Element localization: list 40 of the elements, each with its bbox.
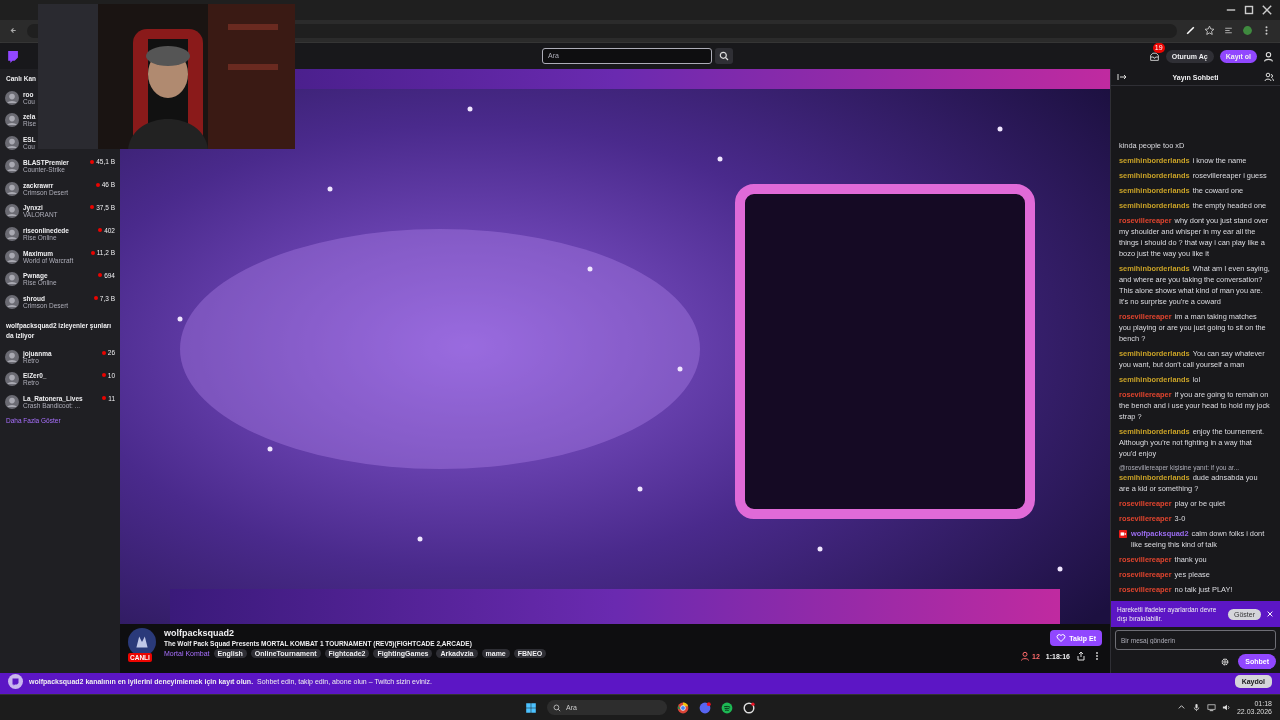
avatar-icon[interactable] bbox=[5, 272, 19, 287]
broadcaster-badge-icon bbox=[1119, 530, 1127, 539]
microphone-icon[interactable] bbox=[1191, 703, 1201, 713]
channel-name[interactable]: wolfpacksquad2 bbox=[164, 628, 1013, 639]
avatar-icon[interactable] bbox=[5, 90, 19, 105]
app-icon[interactable] bbox=[743, 701, 755, 714]
share-icon[interactable] bbox=[1076, 651, 1086, 662]
pen-icon bbox=[1185, 25, 1196, 37]
avatar-icon[interactable] bbox=[5, 113, 19, 128]
network-icon[interactable] bbox=[1206, 703, 1216, 713]
avatar-icon bbox=[5, 395, 19, 409]
search-button[interactable] bbox=[715, 47, 733, 64]
browser-icon[interactable] bbox=[677, 701, 689, 714]
avatar-icon[interactable] bbox=[5, 249, 19, 264]
avatar-icon[interactable] bbox=[5, 294, 19, 309]
close-icon[interactable] bbox=[1266, 610, 1274, 619]
search-icon bbox=[553, 703, 561, 712]
settings-icon[interactable] bbox=[1220, 656, 1231, 667]
profile-icon[interactable] bbox=[1242, 25, 1253, 37]
viewers-icon bbox=[1020, 651, 1031, 662]
inbox-icon[interactable] bbox=[1148, 50, 1160, 62]
avatar-icon[interactable] bbox=[5, 158, 19, 173]
heart-icon bbox=[1056, 633, 1067, 644]
avatar-icon[interactable] bbox=[5, 181, 19, 196]
avatar-icon bbox=[5, 349, 19, 364]
collapse-icon[interactable] bbox=[1117, 72, 1127, 83]
avatar-icon[interactable] bbox=[5, 204, 19, 219]
avatar-icon[interactable] bbox=[5, 226, 19, 241]
star-icon[interactable] bbox=[1204, 25, 1215, 37]
users-icon[interactable] bbox=[1264, 72, 1274, 83]
windows-icon[interactable] bbox=[525, 701, 537, 714]
music-app-icon[interactable] bbox=[721, 701, 733, 714]
logo-icon[interactable] bbox=[6, 49, 19, 63]
volume-icon[interactable] bbox=[1221, 703, 1231, 713]
user-icon[interactable] bbox=[1263, 50, 1274, 62]
avatar-icon bbox=[5, 372, 19, 387]
search-icon bbox=[719, 50, 729, 61]
chat-app-icon[interactable] bbox=[699, 701, 711, 714]
avatar-icon[interactable] bbox=[5, 136, 19, 151]
glitch-logo-icon bbox=[8, 674, 23, 690]
